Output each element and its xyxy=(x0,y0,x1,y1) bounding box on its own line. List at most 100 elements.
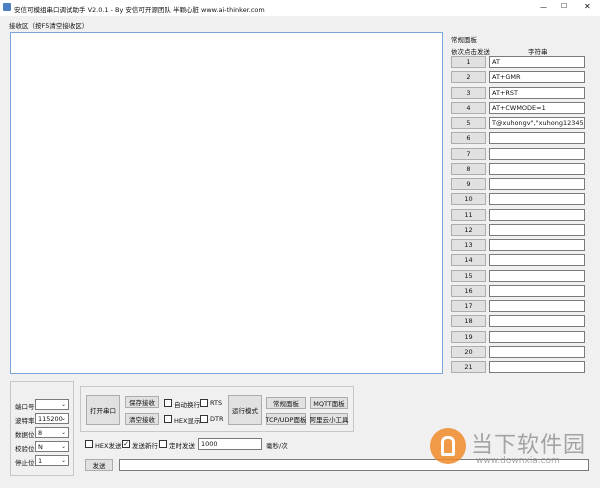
parity-value: N xyxy=(38,442,43,451)
title-bar: 安信可模组串口调试助手 V2.0.1 - By 安信可开源团队 半颗心脏 www… xyxy=(0,0,600,16)
parity-select[interactable]: N ⌄ xyxy=(35,441,69,452)
hex-display-checkbox[interactable] xyxy=(164,415,172,423)
port-select[interactable]: ⌄ xyxy=(35,399,69,410)
panel-string-input-3[interactable]: AT+RST xyxy=(489,86,585,99)
panel-string-input-16[interactable] xyxy=(489,284,585,297)
parity-label: 校验位 xyxy=(15,445,35,453)
app-icon xyxy=(3,3,11,11)
stop-bits-select[interactable]: 1 ⌄ xyxy=(35,455,69,466)
panel-send-button-17[interactable]: 17 xyxy=(451,300,486,312)
panel-send-button-1[interactable]: 1 xyxy=(451,56,486,68)
panel-string-input-17[interactable] xyxy=(489,300,585,312)
save-receive-button[interactable]: 保存接收 xyxy=(125,396,159,408)
baud-select[interactable]: 115200 ⌄ xyxy=(35,413,69,424)
clear-receive-button[interactable]: 清空接收 xyxy=(125,413,159,425)
baud-value: 115200 xyxy=(38,414,63,423)
panel-string-input-7[interactable] xyxy=(489,147,585,160)
panel-string-input-21[interactable] xyxy=(489,361,585,373)
data-bits-value: 8 xyxy=(38,428,43,437)
control-group xyxy=(80,386,354,432)
timed-send-checkbox[interactable] xyxy=(159,440,167,448)
watermark-brand: 当下软件园 xyxy=(471,433,587,458)
panel-send-button-4[interactable]: 4 xyxy=(451,101,486,114)
minimize-button[interactable]: — xyxy=(540,3,547,11)
chevron-down-icon: ⌄ xyxy=(60,457,66,464)
panel-string-input-8[interactable] xyxy=(489,162,585,175)
panel-string-input-2[interactable]: AT+GMR xyxy=(489,71,585,84)
baud-label: 波特率 xyxy=(15,417,35,425)
panel-string-input-4[interactable]: AT+CWMODE=1 xyxy=(489,101,585,114)
panel-send-button-8[interactable]: 8 xyxy=(451,162,486,175)
rts-label: RTS xyxy=(210,399,223,407)
col-string-header: 字符串 xyxy=(528,48,548,56)
tcp-udp-panel-button[interactable]: TCP/UDP面板 xyxy=(266,413,306,425)
stop-bits-label: 停止位 xyxy=(15,459,35,467)
rts-checkbox[interactable] xyxy=(200,399,208,407)
panel-string-input-14[interactable] xyxy=(489,254,585,267)
dtr-checkbox[interactable] xyxy=(200,415,208,423)
chevron-down-icon: ⌄ xyxy=(60,415,66,422)
auto-wrap-checkbox[interactable] xyxy=(164,399,172,407)
panel-send-button-5[interactable]: 5 xyxy=(451,117,486,129)
hex-display-label: HEX显示 xyxy=(174,417,201,425)
aliyun-tool-button[interactable]: 阿里云小工具 xyxy=(310,413,349,425)
port-label: 端口号 xyxy=(15,403,35,411)
panel-send-button-9[interactable]: 9 xyxy=(451,178,486,190)
panel-string-input-11[interactable] xyxy=(489,208,585,221)
receive-textarea[interactable] xyxy=(10,32,443,374)
auto-wrap-label: 自动换行 xyxy=(174,401,200,409)
mqtt-panel-button[interactable]: MQTT面板 xyxy=(310,397,348,409)
panel-string-input-10[interactable] xyxy=(489,193,585,206)
hex-send-checkbox[interactable] xyxy=(85,440,93,448)
normal-panel-button[interactable]: 常规面板 xyxy=(266,397,306,409)
panel-string-input-19[interactable] xyxy=(489,330,585,343)
panel-send-button-11[interactable]: 11 xyxy=(451,208,486,221)
panel-send-button-12[interactable]: 12 xyxy=(451,223,486,236)
data-bits-select[interactable]: 8 ⌄ xyxy=(35,427,69,438)
chevron-down-icon: ⌄ xyxy=(60,443,66,450)
panel-send-button-14[interactable]: 14 xyxy=(451,254,486,267)
panel-string-input-15[interactable] xyxy=(489,269,585,282)
panel-send-button-10[interactable]: 10 xyxy=(451,193,486,206)
interval-unit-label: 毫秒/次 xyxy=(266,442,288,450)
panel-string-input-6[interactable] xyxy=(489,132,585,145)
panel-send-button-20[interactable]: 20 xyxy=(451,345,486,358)
panel-send-button-6[interactable]: 6 xyxy=(451,132,486,145)
panel-send-button-7[interactable]: 7 xyxy=(451,147,486,160)
send-newline-label: 发送新行 xyxy=(132,442,158,450)
panel-string-input-12[interactable] xyxy=(489,223,585,236)
data-bits-label: 数据位 xyxy=(15,431,35,439)
chevron-down-icon: ⌄ xyxy=(60,401,66,408)
dtr-label: DTR xyxy=(210,415,224,423)
interval-input[interactable]: 1000 xyxy=(198,438,262,450)
panel-send-button-19[interactable]: 19 xyxy=(451,330,486,343)
close-button[interactable]: ✕ xyxy=(584,2,591,11)
stop-bits-value: 1 xyxy=(38,456,43,465)
send-newline-checkbox[interactable]: ✓ xyxy=(122,440,130,448)
panel-string-input-20[interactable] xyxy=(489,345,585,358)
panel-string-input-9[interactable] xyxy=(489,178,585,190)
watermark-url: www.downxia.com xyxy=(476,456,560,466)
check-icon: ✓ xyxy=(123,439,129,448)
panel-send-button-16[interactable]: 16 xyxy=(451,284,486,297)
col-send-header: 依次点击发送 xyxy=(451,48,490,56)
run-mode-button[interactable]: 运行模式 xyxy=(228,395,262,425)
panel-string-input-5[interactable]: T@xuhongv","xuhong12345678" xyxy=(489,117,585,129)
panel-send-button-2[interactable]: 2 xyxy=(451,71,486,84)
watermark-logo-mark xyxy=(441,436,455,456)
panel-send-button-21[interactable]: 21 xyxy=(451,361,486,373)
hex-send-label: HEX发送 xyxy=(95,442,122,450)
window-title: 安信可模组串口调试助手 V2.0.1 - By 安信可开源团队 半颗心脏 www… xyxy=(14,6,265,14)
chevron-down-icon: ⌄ xyxy=(60,429,66,436)
panel-send-button-13[interactable]: 13 xyxy=(451,239,486,251)
panel-send-button-3[interactable]: 3 xyxy=(451,86,486,99)
panel-send-button-15[interactable]: 15 xyxy=(451,269,486,282)
send-button[interactable]: 发送 xyxy=(85,459,113,471)
panel-string-input-1[interactable]: AT xyxy=(489,56,585,68)
panel-send-button-18[interactable]: 18 xyxy=(451,315,486,328)
maximize-button[interactable]: ☐ xyxy=(561,2,567,10)
watermark-logo xyxy=(430,428,466,464)
panel-string-input-18[interactable] xyxy=(489,315,585,328)
panel-string-input-13[interactable] xyxy=(489,239,585,251)
open-port-button[interactable]: 打开串口 xyxy=(86,395,120,425)
